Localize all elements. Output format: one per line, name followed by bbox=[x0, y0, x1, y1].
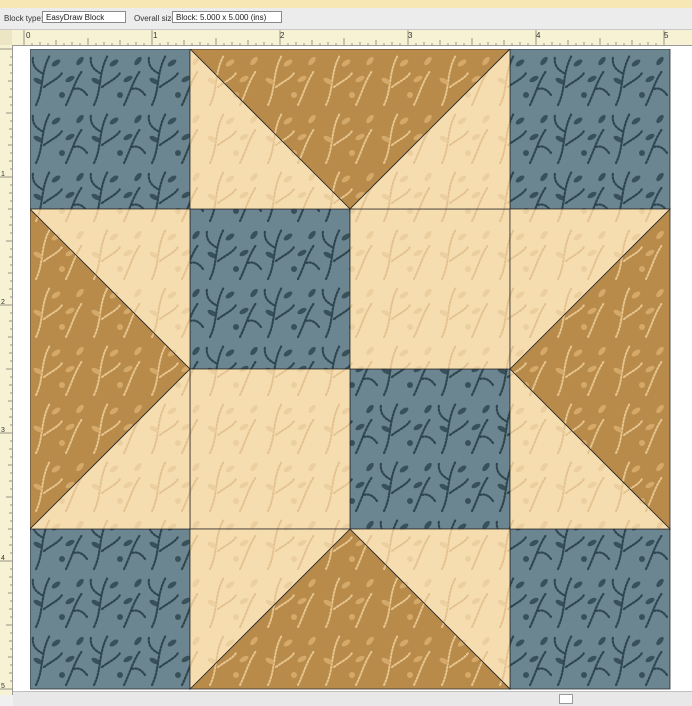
ruler-left-label-3: 3 bbox=[1, 427, 5, 434]
patch-corner-bottom-left[interactable] bbox=[30, 528, 191, 690]
top-ruler: 0 1 2 3 4 5 bbox=[12, 30, 692, 46]
ruler-left-label-2: 2 bbox=[1, 299, 5, 306]
scrollbar-thumb[interactable] bbox=[559, 694, 573, 704]
overall-size-field: Block: 5.000 x 5.000 (ins) bbox=[172, 11, 282, 23]
patch-center-cream-2[interactable] bbox=[189, 368, 351, 530]
left-ruler: 1 2 3 4 5 bbox=[0, 45, 13, 695]
patch-corner-bottom-right[interactable] bbox=[509, 528, 671, 690]
ruler-left-label-1: 1 bbox=[1, 171, 5, 178]
block-type-label: Block type: bbox=[4, 14, 44, 23]
drawing-canvas[interactable] bbox=[13, 46, 692, 691]
ruler-left-label-5: 5 bbox=[1, 683, 5, 690]
patch-center-cream-1[interactable] bbox=[349, 208, 511, 370]
quilt-block[interactable] bbox=[30, 49, 672, 691]
easydraw-window: Block type: EasyDraw Block Overall size:… bbox=[0, 0, 692, 706]
patch-center-blue-2[interactable] bbox=[349, 368, 511, 530]
patch-corner-top-right[interactable] bbox=[509, 49, 671, 210]
top-strip bbox=[0, 0, 692, 8]
block-type-field: EasyDraw Block bbox=[42, 11, 126, 23]
ruler-top-label-2: 2 bbox=[280, 31, 285, 40]
patch-corner-top-left[interactable] bbox=[30, 49, 191, 210]
ruler-top-label-0: 0 bbox=[26, 31, 31, 40]
patch-center-blue-1[interactable] bbox=[189, 208, 351, 370]
ruler-top-label-1: 1 bbox=[153, 31, 158, 40]
block-info-bar: Block type: EasyDraw Block Overall size:… bbox=[0, 8, 692, 30]
left-ruler-ticks: 1 2 3 4 5 bbox=[0, 48, 12, 690]
ruler-top-label-5: 5 bbox=[664, 31, 669, 40]
ruler-left-label-4: 4 bbox=[1, 555, 5, 562]
top-ruler-ticks: 0 1 2 3 4 5 bbox=[23, 30, 669, 45]
ruler-corner bbox=[0, 30, 12, 45]
ruler-top-label-4: 4 bbox=[536, 31, 541, 40]
ruler-top-label-3: 3 bbox=[408, 31, 413, 40]
horizontal-scrollbar[interactable] bbox=[13, 691, 692, 706]
